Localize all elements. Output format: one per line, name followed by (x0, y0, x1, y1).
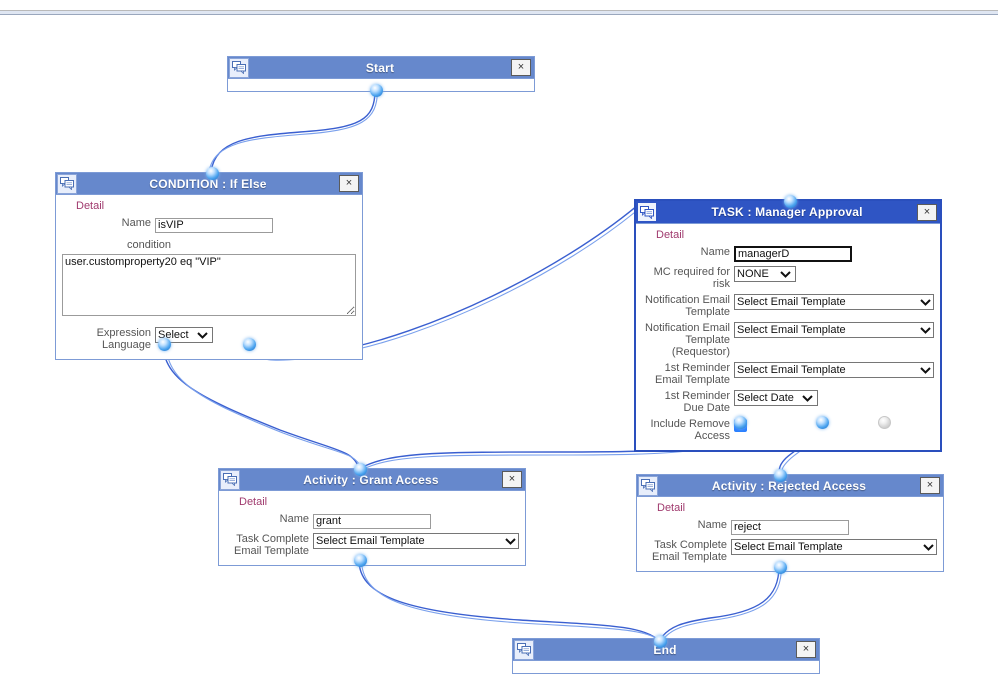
node-rejected-access-title: Activity : Rejected Access (711, 478, 867, 493)
close-icon[interactable]: × (502, 471, 522, 488)
speech-bubbles-icon (220, 469, 240, 490)
name-label: Name (121, 217, 151, 229)
node-rejected-access[interactable]: Activity : Rejected Access × Detail Name… (636, 468, 944, 574)
field-row-reminder-email: 1st Reminder Email Template Select Email… (642, 360, 934, 386)
field-row-notification-email: Notification Email Template Select Email… (642, 292, 934, 318)
node-grant-access[interactable]: Activity : Grant Access × Detail Name Ta… (218, 462, 526, 567)
node-grant-access-title: Activity : Grant Access (303, 472, 439, 487)
connector-rejected-to-end (658, 565, 780, 642)
close-icon[interactable]: × (917, 203, 937, 221)
condition-textarea[interactable] (62, 254, 356, 316)
node-task-body: Detail Name MC required for risk NONE (636, 224, 940, 450)
node-start-header[interactable]: Start × (228, 57, 534, 79)
name-input[interactable] (313, 513, 431, 529)
node-end-body (513, 661, 819, 673)
detail-label: Detail (656, 229, 685, 241)
speech-bubbles-icon (637, 202, 657, 222)
node-grant-access-body: Detail Name Task Complete Email Template… (219, 491, 525, 565)
speech-bubbles-icon (638, 475, 658, 496)
chevron-down-icon (196, 331, 208, 339)
condition-label: condition (127, 239, 172, 251)
notification-email-template-requestor-label: Notification Email Template (Requestor) (645, 322, 730, 358)
chevron-down-icon (920, 326, 931, 334)
anchor-task-top[interactable] (783, 194, 797, 208)
field-row-mc-risk: MC required for risk NONE (642, 264, 934, 290)
node-condition-body: Detail Name condition Expression Languag… (56, 195, 362, 359)
workflow-canvas[interactable]: Start × CONDITION : If Else × Detail Nam… (0, 0, 998, 675)
field-row-name: Name (642, 244, 934, 262)
notification-email-template-select[interactable]: Select Email Template (734, 294, 934, 310)
mc-required-for-risk-label: MC required for risk (653, 266, 730, 290)
task-complete-email-template-select[interactable]: Select Email Template (731, 539, 937, 555)
task-complete-email-template-label: Task Complete Email Template (652, 539, 727, 563)
field-row-name: Name (643, 517, 937, 535)
name-input[interactable] (155, 217, 273, 233)
anchor-start-bottom[interactable] (369, 83, 383, 97)
close-icon[interactable]: × (796, 641, 816, 658)
name-input[interactable] (734, 246, 852, 262)
node-start[interactable]: Start × (227, 56, 535, 97)
include-remove-access-label: Include Remove Access (650, 418, 731, 442)
node-condition[interactable]: CONDITION : If Else × Detail Name condit… (55, 166, 363, 360)
first-reminder-email-template-select[interactable]: Select Email Template (734, 362, 934, 378)
notification-email-template-requestor-select[interactable]: Select Email Template (734, 322, 934, 338)
anchor-condition-bottom-left[interactable] (157, 337, 171, 351)
name-label: Name (700, 246, 730, 258)
field-row-task-complete-email: Task Complete Email Template Select Emai… (225, 531, 519, 557)
anchor-grant-bottom[interactable] (353, 553, 367, 567)
anchor-condition-bottom-right[interactable] (242, 337, 256, 351)
node-grant-access-header[interactable]: Activity : Grant Access × (219, 469, 525, 491)
detail-label: Detail (657, 502, 686, 514)
expression-language-label: Expression Language (96, 327, 151, 351)
chevron-down-icon (920, 366, 931, 374)
anchor-end-top[interactable] (653, 634, 667, 648)
field-row-reminder-due-date: 1st Reminder Due Date Select Date (642, 388, 934, 414)
anchor-rejected-bottom[interactable] (773, 560, 787, 574)
first-reminder-due-date-select[interactable]: Select Date (734, 390, 818, 406)
chevron-down-icon (923, 543, 934, 551)
node-rejected-access-header[interactable]: Activity : Rejected Access × (637, 475, 943, 497)
first-reminder-email-template-label: 1st Reminder Email Template (655, 362, 730, 386)
close-icon[interactable]: × (339, 175, 359, 192)
speech-bubbles-icon (57, 173, 77, 194)
node-start-title: Start (365, 60, 395, 75)
node-task[interactable]: TASK : Manager Approval × Detail Name MC… (634, 194, 942, 452)
detail-label: Detail (76, 200, 105, 212)
name-input[interactable] (731, 519, 849, 535)
notification-email-template-label: Notification Email Template (645, 294, 730, 318)
chevron-down-icon (802, 394, 813, 402)
node-rejected-access-body: Detail Name Task Complete Email Template… (637, 497, 943, 571)
chevron-down-icon (920, 298, 931, 306)
node-end[interactable]: End × (512, 634, 820, 674)
anchor-task-bottom-left[interactable] (733, 415, 747, 429)
name-label: Name (279, 513, 309, 525)
field-row-name: Name (62, 215, 356, 233)
connector-start-to-condition (210, 89, 376, 173)
detail-label: Detail (239, 496, 268, 508)
chevron-down-icon (505, 537, 516, 545)
anchor-grant-top[interactable] (353, 462, 367, 476)
field-row-expression-language: Expression Language Select (62, 325, 356, 351)
anchor-task-bottom-unconnected[interactable] (877, 415, 891, 429)
task-complete-email-template-select[interactable]: Select Email Template (313, 533, 519, 549)
first-reminder-due-date-label: 1st Reminder Due Date (664, 390, 730, 414)
mc-required-for-risk-select[interactable]: NONE (734, 266, 796, 282)
field-row-notification-email-requestor: Notification Email Template (Requestor) … (642, 320, 934, 358)
anchor-rejected-top[interactable] (773, 468, 787, 482)
speech-bubbles-icon (514, 639, 534, 660)
name-label: Name (697, 519, 727, 531)
chevron-down-icon (780, 270, 791, 278)
speech-bubbles-icon (229, 57, 249, 78)
anchor-condition-top[interactable] (205, 166, 219, 180)
field-row-task-complete-email: Task Complete Email Template Select Emai… (643, 537, 937, 563)
close-icon[interactable]: × (920, 477, 940, 494)
anchor-task-bottom-right[interactable] (815, 415, 829, 429)
close-icon[interactable]: × (511, 59, 531, 76)
field-row-name: Name (225, 511, 519, 529)
task-complete-email-template-label: Task Complete Email Template (234, 533, 309, 557)
